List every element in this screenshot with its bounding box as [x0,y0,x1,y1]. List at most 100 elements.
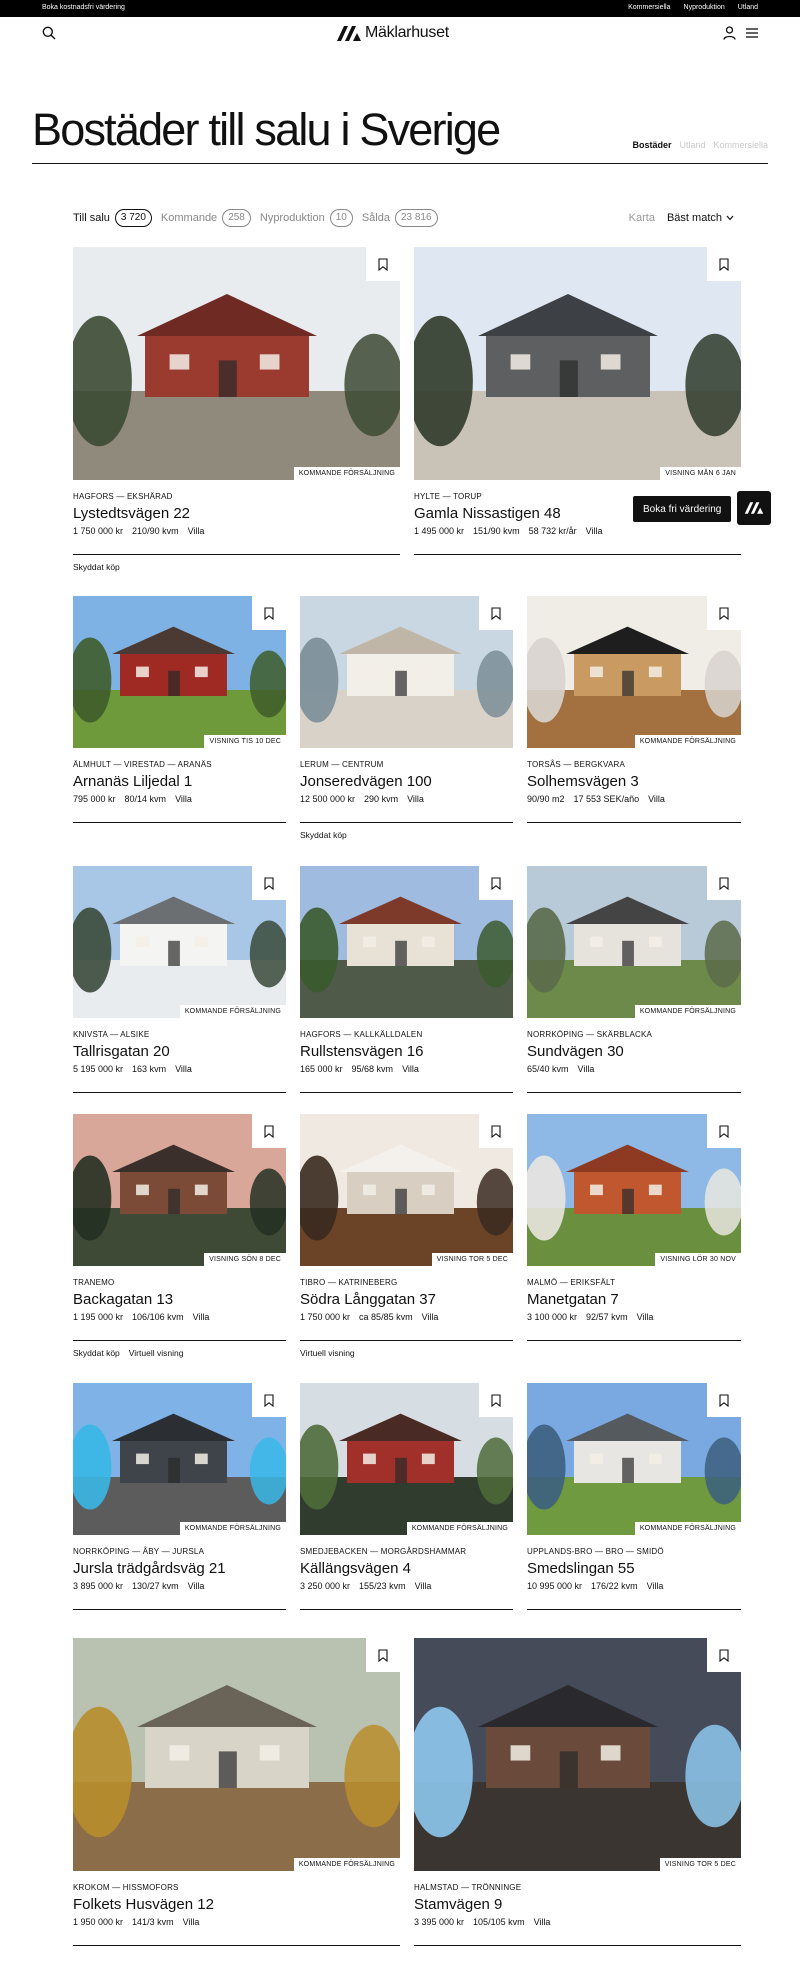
user-icon[interactable] [723,26,736,40]
map-view-link[interactable]: Karta [629,212,655,224]
listing-image[interactable]: KOMMANDE FÖRSÄLJNING [527,866,741,1018]
listing-card[interactable]: KOMMANDE FÖRSÄLJNING KROKOM — HISSMOFORS… [73,1638,400,1946]
listing-address[interactable]: Stamvägen 9 [414,1896,741,1913]
listing-address[interactable]: Folkets Husvägen 12 [73,1896,400,1913]
listing-card[interactable]: KOMMANDE FÖRSÄLJNING SMEDJEBACKEN — MORG… [300,1383,513,1610]
status-badge: KOMMANDE FÖRSÄLJNING [634,1005,741,1018]
filter-kommande[interactable]: Kommande 258 [161,209,251,227]
topbar-link-nyproduktion[interactable]: Nyproduktion [684,4,725,11]
save-listing-button[interactable] [479,596,513,630]
listing-image[interactable] [300,596,513,748]
listing-address[interactable]: Lystedtsvägen 22 [73,505,400,522]
filter-nyproduktion[interactable]: Nyproduktion 10 [260,209,353,227]
site-logo[interactable]: Mäklarhuset [336,24,449,42]
listing-address[interactable]: Jonseredvägen 100 [300,773,513,790]
listing-meta-item: 151/90 kvm [473,526,520,536]
listing-card[interactable]: KOMMANDE FÖRSÄLJNING NORRKÖPING — SKÄRBL… [527,866,741,1093]
listing-image[interactable]: VISNING TOR 5 DEC [414,1638,741,1871]
listing-location: NORRKÖPING — SKÄRBLACKA [527,1030,653,1039]
listing-card[interactable]: VISNING TIS 10 DEC ÄLMHULT — VIRESTAD — … [73,596,286,823]
listing-card[interactable]: VISNING TOR 5 DEC HALMSTAD — TRÖNNINGE S… [414,1638,741,1946]
save-listing-button[interactable] [252,866,286,900]
listing-address[interactable]: Källängsvägen 4 [300,1560,513,1577]
book-valuation-link[interactable]: Boka kostnadsfri värdering [42,4,125,11]
listing-meta-item: Villa [577,1064,595,1074]
listing-image[interactable]: VISNING LÖR 30 NOV [527,1114,741,1266]
listing-meta: 1 750 000 kr 210/90 kvm Villa [73,526,400,536]
save-listing-button[interactable] [707,596,741,630]
save-listing-button[interactable] [366,247,400,281]
menu-icon[interactable] [746,28,758,38]
listing-meta-item: Villa [646,1581,664,1591]
listing-card[interactable]: KOMMANDE FÖRSÄLJNING NORRKÖPING — ÅBY — … [73,1383,286,1610]
save-listing-button[interactable] [707,1114,741,1148]
listing-card[interactable]: LERUM — CENTRUM Jonseredvägen 100 12 500… [300,596,513,840]
listing-address[interactable]: Jursla trädgårdsväg 21 [73,1560,286,1577]
listing-card[interactable]: VISNING TOR 5 DEC TIBRO — KATRINEBERG Sö… [300,1114,513,1358]
listing-address[interactable]: Backagatan 13 [73,1291,286,1308]
tab-bostader[interactable]: Bostäder [632,140,671,150]
listing-meta-item: 5 195 000 kr [73,1064,124,1074]
filter-salda[interactable]: Sålda 23 816 [362,209,438,227]
listing-card[interactable]: VISNING SÖN 8 DEC TRANEMO Backagatan 13 … [73,1114,286,1358]
listing-address[interactable]: Arnanäs Liljedal 1 [73,773,286,790]
listing-card[interactable]: KOMMANDE FÖRSÄLJNING HAGFORS — EKSHÄRAD … [73,247,400,572]
listing-address[interactable]: Sundvägen 30 [527,1043,741,1060]
listing-address[interactable]: Solhemsvägen 3 [527,773,741,790]
status-badge: VISNING MÅN 6 JAN [660,467,741,480]
listing-image[interactable]: VISNING MÅN 6 JAN [414,247,741,480]
status-badge: KOMMANDE FÖRSÄLJNING [293,467,400,480]
listing-divider [300,822,513,823]
listing-meta-item: 290 kvm [364,794,399,804]
listing-card[interactable]: HAGFORS — KALLKÄLLDALEN Rullstensvägen 1… [300,866,513,1093]
listing-image[interactable]: KOMMANDE FÖRSÄLJNING [73,1383,286,1535]
listing-image[interactable]: VISNING SÖN 8 DEC [73,1114,286,1266]
save-listing-button[interactable] [366,1638,400,1672]
tab-utland[interactable]: Utland [679,140,705,150]
listing-image[interactable]: VISNING TIS 10 DEC [73,596,286,748]
filter-till-salu[interactable]: Till salu 3 720 [73,209,152,227]
save-listing-button[interactable] [252,596,286,630]
status-badge: VISNING TOR 5 DEC [659,1858,741,1871]
listing-card[interactable]: KOMMANDE FÖRSÄLJNING KNIVSTA — ALSIKE Ta… [73,866,286,1093]
listing-card[interactable]: KOMMANDE FÖRSÄLJNING UPPLANDS-BRO — BRO … [527,1383,741,1610]
listing-image[interactable]: KOMMANDE FÖRSÄLJNING [300,1383,513,1535]
save-listing-button[interactable] [479,1383,513,1417]
listing-address[interactable]: Manetgatan 7 [527,1291,741,1308]
listing-location: LERUM — CENTRUM [300,760,384,769]
save-listing-button[interactable] [707,1638,741,1672]
listing-image[interactable]: VISNING TOR 5 DEC [300,1114,513,1266]
listing-image[interactable]: KOMMANDE FÖRSÄLJNING [73,1638,400,1871]
sort-dropdown[interactable]: Bäst match [667,212,734,224]
listing-address[interactable]: Smedslingan 55 [527,1560,741,1577]
tab-kommersiella[interactable]: Kommersiella [713,140,768,150]
topbar-link-kommersiella[interactable]: Kommersiella [628,4,670,11]
save-listing-button[interactable] [479,866,513,900]
listing-image[interactable]: KOMMANDE FÖRSÄLJNING [527,1383,741,1535]
save-listing-button[interactable] [252,1383,286,1417]
listing-meta-item: 1 950 000 kr [73,1917,124,1927]
search-icon[interactable] [42,26,56,40]
save-listing-button[interactable] [479,1114,513,1148]
bookmark-icon [378,1648,388,1662]
listing-address[interactable]: Rullstensvägen 16 [300,1043,513,1060]
status-badge: VISNING LÖR 30 NOV [655,1253,741,1266]
topbar-link-utland[interactable]: Utland [738,4,758,11]
save-listing-button[interactable] [707,247,741,281]
listing-divider [300,1340,513,1341]
save-listing-button[interactable] [707,1383,741,1417]
listing-image[interactable]: KOMMANDE FÖRSÄLJNING [73,247,400,480]
listing-address[interactable]: Södra Långgatan 37 [300,1291,513,1308]
listing-card[interactable]: KOMMANDE FÖRSÄLJNING TORSÅS — BERGKVARA … [527,596,741,823]
floating-logo-button[interactable] [737,491,771,525]
book-valuation-button[interactable]: Boka fri värdering [633,496,732,522]
filter-label: Kommande [160,212,218,224]
listing-image[interactable] [300,866,513,1018]
listing-image[interactable]: KOMMANDE FÖRSÄLJNING [73,866,286,1018]
listing-meta-item: Villa [648,794,665,804]
listing-image[interactable]: KOMMANDE FÖRSÄLJNING [527,596,741,748]
listing-card[interactable]: VISNING LÖR 30 NOV MALMÖ — ERIKSFÄLT Man… [527,1114,741,1341]
save-listing-button[interactable] [252,1114,286,1148]
listing-address[interactable]: Tallrisgatan 20 [73,1043,286,1060]
save-listing-button[interactable] [707,866,741,900]
